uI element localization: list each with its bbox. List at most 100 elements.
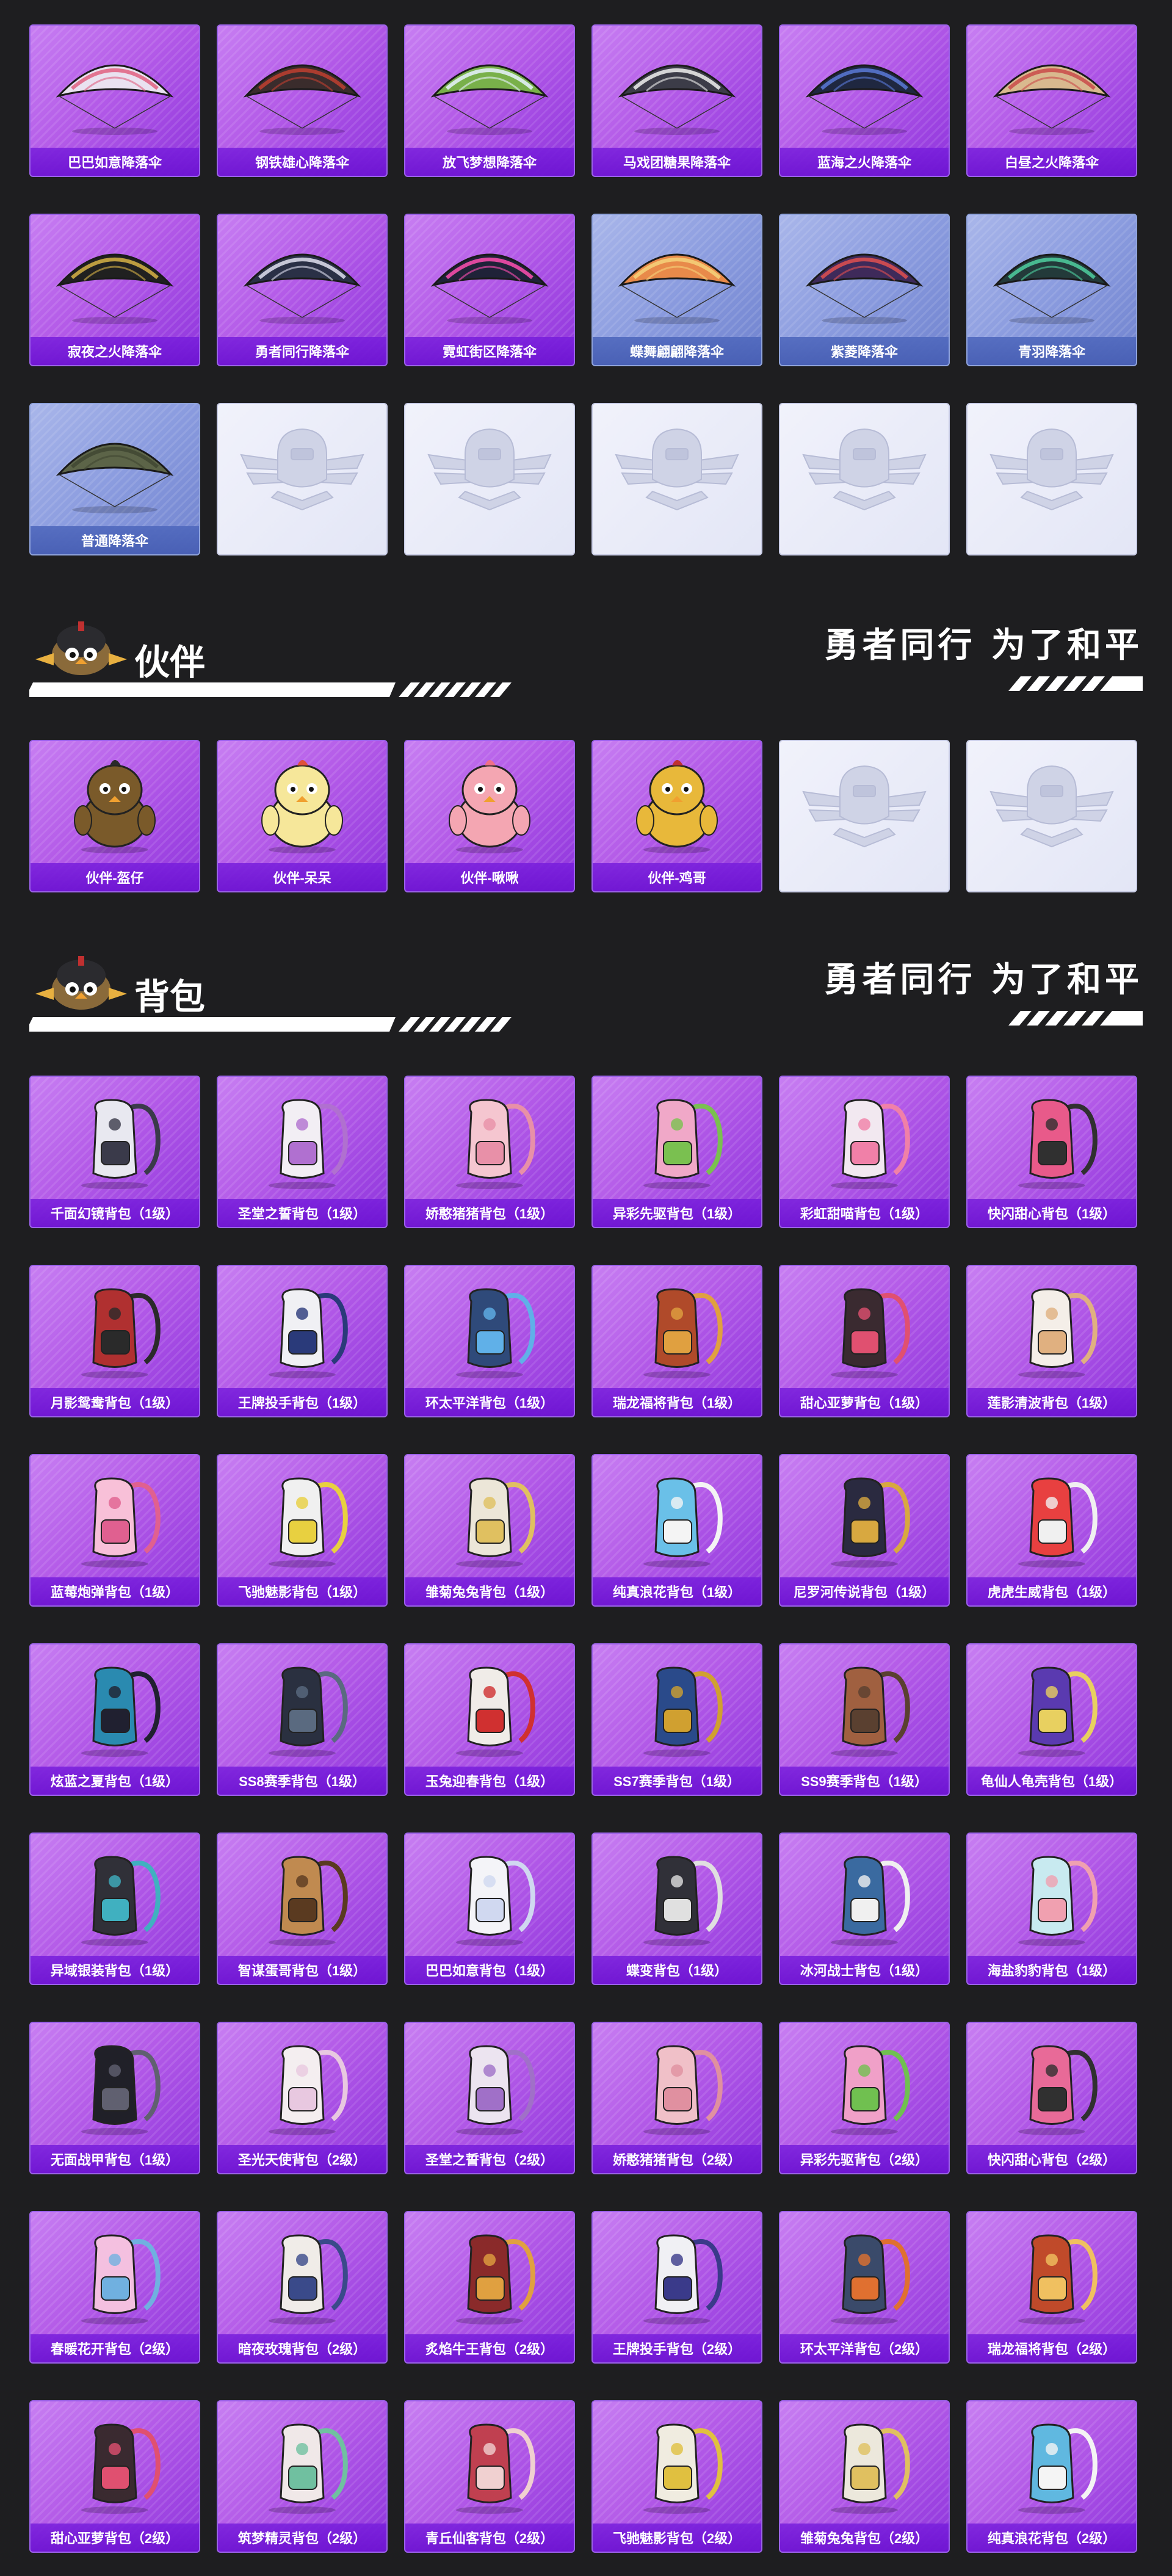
backpack-card[interactable]: 虎虎生威背包（1级） [966,1454,1137,1607]
backpack-card[interactable]: 瑞龙福将背包（2级） [966,2211,1137,2364]
backpack-card[interactable]: 海盐豹豹背包（1级） [966,1833,1137,1985]
parachute-card[interactable]: 蝶舞翩翩降落伞 [591,214,762,366]
placeholder-emblem-icon [968,409,1136,525]
backpack-card[interactable]: 青丘仙客背包（2级） [404,2400,575,2553]
parachute-icon [780,220,949,336]
parachute-label: 钢铁雄心降落伞 [218,148,386,176]
backpack-icon [218,2406,386,2522]
backpack-card[interactable]: 圣光天使背包（2级） [217,2022,388,2174]
backpack-label: 圣堂之誓背包（1级） [218,1199,386,1227]
backpack-card[interactable]: 王牌投手背包（2级） [591,2211,762,2364]
companion-card[interactable]: 伙伴-啾啾 [404,740,575,892]
backpack-card[interactable]: 异域银装背包（1级） [29,1833,200,1985]
backpack-label: 异彩先驱背包（1级） [593,1199,761,1227]
backpack-card[interactable]: 娇憨猪猪背包（2级） [591,2022,762,2174]
backpack-card[interactable]: 圣堂之誓背包（2级） [404,2022,575,2174]
backpack-card[interactable]: 快闪甜心背包（1级） [966,1076,1137,1228]
backpack-card[interactable]: 圣堂之誓背包（1级） [217,1076,388,1228]
backpack-card[interactable]: 尼罗河传说背包（1级） [779,1454,950,1607]
backpack-card[interactable]: 王牌投手背包（1级） [217,1265,388,1417]
backpack-card[interactable]: 千面幻镜背包（1级） [29,1076,200,1228]
backpack-card[interactable]: 娇憨猪猪背包（1级） [404,1076,575,1228]
parachute-grid: 巴巴如意降落伞 钢铁雄心降落伞 放飞梦想降落伞 马戏团糖果降落伞 蓝海之火降落伞 白昼之火… [29,24,1137,555]
parachute-card[interactable]: 放飞梦想降落伞 [404,24,575,177]
backpack-card[interactable]: SS8赛季背包（1级） [217,1643,388,1796]
parachute-card[interactable]: 勇者同行降落伞 [217,214,388,366]
backpack-label: 瑞龙福将背包（1级） [593,1388,761,1416]
parachute-card[interactable]: 寂夜之火降落伞 [29,214,200,366]
parachute-card[interactable]: 蓝海之火降落伞 [779,24,950,177]
section-slogan: 勇者同行 为了和平 [824,626,1143,665]
companion-card[interactable]: 伙伴-鸡哥 [591,740,762,892]
backpack-label: 千面幻镜背包（1级） [31,1199,199,1227]
parachute-icon [405,220,574,336]
backpack-icon [405,1460,574,1576]
backpack-card[interactable]: 巴巴如意背包（1级） [404,1833,575,1985]
backpack-card[interactable]: 蓝莓炮弹背包（1级） [29,1454,200,1607]
backpack-card[interactable]: 智谋蛋哥背包（1级） [217,1833,388,1985]
backpack-icon [218,1460,386,1576]
backpack-card[interactable]: 雏菊兔兔背包（2级） [779,2400,950,2553]
backpack-card[interactable]: 暗夜玫瑰背包（2级） [217,2211,388,2364]
backpack-icon [968,1082,1136,1198]
companion-icon [31,746,199,862]
parachute-card[interactable]: 紫菱降落伞 [779,214,950,366]
backpack-card[interactable]: 甜心亚萝背包（1级） [779,1265,950,1417]
backpack-card[interactable]: 异彩先驱背包（1级） [591,1076,762,1228]
parachute-icon [593,31,761,147]
backpack-label: 瑞龙福将背包（2级） [968,2334,1136,2362]
backpack-card[interactable]: 环太平洋背包（1级） [404,1265,575,1417]
backpack-label: 莲影清波背包（1级） [968,1388,1136,1416]
section-slogan: 勇者同行 为了和平 [824,960,1143,1000]
backpack-card[interactable]: 月影鸳鸯背包（1级） [29,1265,200,1417]
backpack-card[interactable]: 甜心亚萝背包（2级） [29,2400,200,2553]
backpack-label: 冰河战士背包（1级） [780,1956,949,1984]
parachute-card[interactable]: 霓虹街区降落伞 [404,214,575,366]
backpack-label: SS7赛季背包（1级） [593,1767,761,1795]
companion-icon [593,746,761,862]
parachute-card[interactable]: 白昼之火降落伞 [966,24,1137,177]
empty-slot-card [779,403,950,555]
backpack-icon [31,1839,199,1955]
backpack-card[interactable]: 纯真浪花背包（2级） [966,2400,1137,2553]
backpack-card[interactable]: 飞驰魅影背包（1级） [217,1454,388,1607]
parachute-card[interactable]: 普通降落伞 [29,403,200,555]
backpack-card[interactable]: 雏菊兔兔背包（1级） [404,1454,575,1607]
backpack-card[interactable]: 快闪甜心背包（2级） [966,2022,1137,2174]
backpack-card[interactable]: 飞驰魅影背包（2级） [591,2400,762,2553]
parachute-card[interactable]: 巴巴如意降落伞 [29,24,200,177]
backpack-card[interactable]: 瑞龙福将背包（1级） [591,1265,762,1417]
backpack-icon [218,1649,386,1765]
backpack-card[interactable]: 炙焰牛王背包（2级） [404,2211,575,2364]
parachute-icon [968,31,1136,147]
parachute-icon [593,220,761,336]
companion-label: 伙伴-呆呆 [218,863,386,891]
backpack-label: SS9赛季背包（1级） [780,1767,949,1795]
parachute-card[interactable]: 马戏团糖果降落伞 [591,24,762,177]
backpack-card[interactable]: 炫蓝之夏背包（1级） [29,1643,200,1796]
backpack-card[interactable]: 春暖花开背包（2级） [29,2211,200,2364]
backpack-card[interactable]: SS7赛季背包（1级） [591,1643,762,1796]
backpack-card[interactable]: 环太平洋背包（2级） [779,2211,950,2364]
companion-card[interactable]: 伙伴-盔仔 [29,740,200,892]
backpack-card[interactable]: 彩虹甜喵背包（1级） [779,1076,950,1228]
backpack-card[interactable]: 纯真浪花背包（1级） [591,1454,762,1607]
backpack-card[interactable]: 龟仙人龟壳背包（1级） [966,1643,1137,1796]
parachute-label: 霓虹街区降落伞 [405,337,574,365]
companion-card[interactable]: 伙伴-呆呆 [217,740,388,892]
backpack-card[interactable]: 异彩先驱背包（2级） [779,2022,950,2174]
backpack-card[interactable]: 蝶变背包（1级） [591,1833,762,1985]
backpack-card[interactable]: 冰河战士背包（1级） [779,1833,950,1985]
backpack-icon [780,1460,949,1576]
parachute-icon [218,220,386,336]
backpack-card[interactable]: 莲影清波背包（1级） [966,1265,1137,1417]
parachute-card[interactable]: 青羽降落伞 [966,214,1137,366]
backpack-label: 虎虎生威背包（1级） [968,1577,1136,1605]
empty-slot-card [217,403,388,555]
backpack-card[interactable]: SS9赛季背包（1级） [779,1643,950,1796]
backpack-card[interactable]: 无面战甲背包（1级） [29,2022,200,2174]
backpack-card[interactable]: 玉兔迎春背包（1级） [404,1643,575,1796]
backpack-card[interactable]: 筑梦精灵背包（2级） [217,2400,388,2553]
backpack-icon [218,2217,386,2333]
parachute-card[interactable]: 钢铁雄心降落伞 [217,24,388,177]
